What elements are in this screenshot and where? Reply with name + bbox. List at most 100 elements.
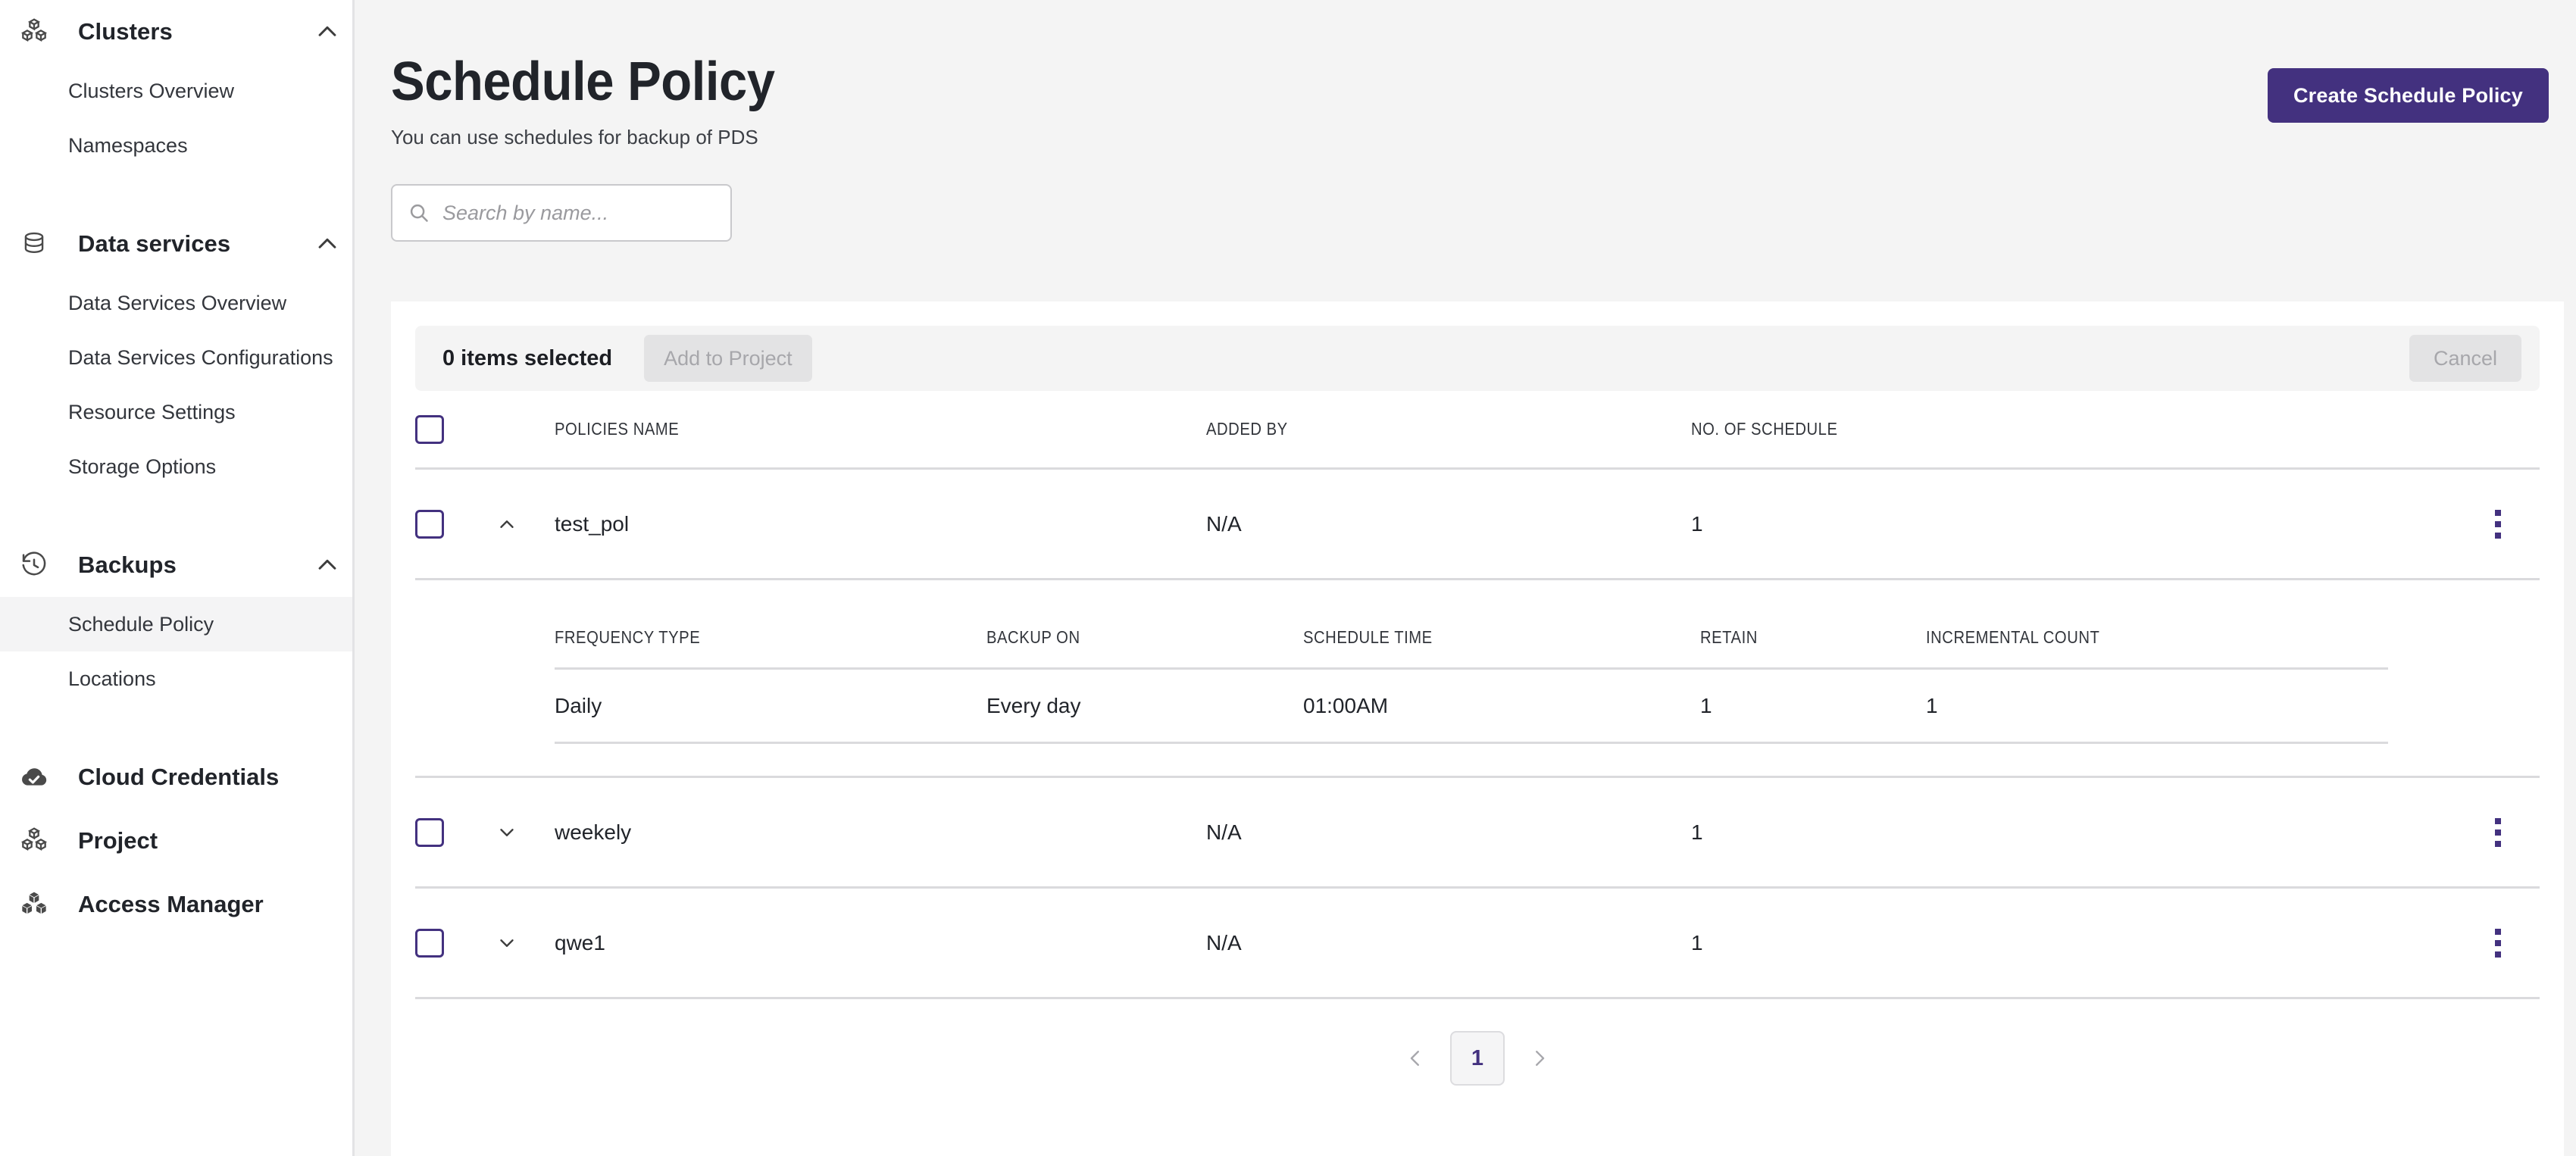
row-expand-cell <box>488 505 555 543</box>
cubes-solid-icon <box>11 889 58 920</box>
cell-no-of-schedule: 1 <box>1691 930 1703 954</box>
kebab-menu-icon[interactable] <box>2489 923 2507 964</box>
cell-no-of-schedule: 1 <box>1691 820 1703 844</box>
cancel-button[interactable]: Cancel <box>2409 335 2521 382</box>
chevron-up-icon[interactable] <box>302 231 352 257</box>
sidebar-item-namespaces[interactable]: Namespaces <box>0 118 352 173</box>
policies-table: POLICIES NAME ADDED BY NO. OF SCHEDULE t… <box>415 391 2540 999</box>
expanded-schedule-detail: FREQUENCY TYPE BACKUP ON SCHEDULE TIME R… <box>415 580 2540 778</box>
sidebar-item-resource-settings[interactable]: Resource Settings <box>0 385 352 439</box>
chevron-up-icon[interactable] <box>488 505 526 543</box>
page-subtitle: You can use schedules for backup of PDS <box>391 126 758 148</box>
sidebar-item-label: Storage Options <box>68 455 217 478</box>
search-icon <box>408 202 436 224</box>
search-box[interactable] <box>391 184 732 242</box>
pagination-next-button[interactable] <box>1523 1042 1556 1075</box>
select-all-cell <box>415 414 488 444</box>
select-all-checkbox[interactable] <box>415 414 444 444</box>
cubes-icon <box>11 17 58 47</box>
sidebar-item-label: Clusters Overview <box>68 79 235 102</box>
sub-cell-incremental-count: 1 <box>1926 693 1938 717</box>
sidebar-item-data-services-configurations[interactable]: Data Services Configurations <box>0 330 352 385</box>
column-header-no-of-schedule: NO. OF SCHEDULE <box>1691 419 1838 439</box>
add-to-project-button[interactable]: Add to Project <box>644 335 812 382</box>
page-header: Schedule Policy You can use schedules fo… <box>355 0 2576 149</box>
kebab-menu-icon[interactable] <box>2489 812 2507 853</box>
sidebar-item-label: Data Services Configurations <box>68 345 333 369</box>
sidebar-section-backups[interactable]: Backups <box>0 533 352 597</box>
history-clock-icon <box>11 551 58 580</box>
sidebar-item-cloud-credentials[interactable]: Cloud Credentials <box>0 745 352 809</box>
row-select-cell <box>415 817 488 847</box>
app-root: Clusters Clusters Overview Namespaces Da… <box>0 0 2576 1156</box>
sub-column-header-backup-on: BACKUP ON <box>986 627 1080 647</box>
sub-column-header-schedule-time: SCHEDULE TIME <box>1303 627 1433 647</box>
sub-table-spacer <box>555 744 2388 776</box>
sidebar-section-clusters[interactable]: Clusters <box>0 0 352 64</box>
cloud-check-icon <box>11 762 58 792</box>
sidebar-item-access-manager[interactable]: Access Manager <box>0 873 352 936</box>
table-header-row: POLICIES NAME ADDED BY NO. OF SCHEDULE <box>415 391 2540 470</box>
sidebar-group-backups: Backups Schedule Policy Locations <box>0 533 352 706</box>
cell-added-by: N/A <box>1206 820 1242 844</box>
table-row[interactable]: test_pol N/A 1 <box>415 470 2540 580</box>
pagination: 1 <box>391 1031 2564 1086</box>
sidebar-section-label: Data services <box>78 230 231 257</box>
table-row[interactable]: qwe1 N/A 1 <box>415 889 2540 999</box>
create-schedule-policy-button[interactable]: Create Schedule Policy <box>2267 68 2549 123</box>
sub-column-header-incremental-count: INCREMENTAL COUNT <box>1926 627 2100 647</box>
row-select-cell <box>415 928 488 958</box>
column-header-policies-name: POLICIES NAME <box>555 419 680 439</box>
chevron-down-icon[interactable] <box>488 924 526 962</box>
selection-toolbar: 0 items selected Add to Project Cancel <box>415 326 2540 391</box>
sidebar-item-label: Resource Settings <box>68 400 236 423</box>
sidebar-group-clusters: Clusters Clusters Overview Namespaces <box>0 0 352 173</box>
chevron-down-icon[interactable] <box>488 814 526 851</box>
row-checkbox[interactable] <box>415 817 444 847</box>
table-row[interactable]: weekely N/A 1 <box>415 778 2540 889</box>
row-actions-cell <box>2456 812 2540 853</box>
schedule-policy-card: 0 items selected Add to Project Cancel P… <box>391 301 2564 1156</box>
sidebar-item-storage-options[interactable]: Storage Options <box>0 439 352 494</box>
pagination-page-1[interactable]: 1 <box>1450 1031 1505 1086</box>
chevron-up-icon[interactable] <box>302 552 352 578</box>
row-checkbox[interactable] <box>415 928 444 958</box>
sub-column-header-frequency-type: FREQUENCY TYPE <box>555 627 701 647</box>
cell-policy-name: test_pol <box>555 511 630 536</box>
row-select-cell <box>415 509 488 539</box>
sidebar: Clusters Clusters Overview Namespaces Da… <box>0 0 355 1156</box>
sidebar-section-label: Backups <box>78 551 177 578</box>
kebab-menu-icon[interactable] <box>2489 504 2507 545</box>
sub-cell-retain: 1 <box>1700 693 1712 717</box>
page-title: Schedule Policy <box>391 52 775 112</box>
sidebar-section-label: Clusters <box>78 18 173 45</box>
sidebar-item-clusters-overview[interactable]: Clusters Overview <box>0 64 352 118</box>
row-actions-cell <box>2456 923 2540 964</box>
selected-count-label: 0 items selected <box>442 345 613 370</box>
sidebar-item-data-services-overview[interactable]: Data Services Overview <box>0 276 352 330</box>
sidebar-item-schedule-policy[interactable]: Schedule Policy <box>0 597 352 651</box>
cell-added-by: N/A <box>1206 511 1242 536</box>
row-expand-cell <box>488 814 555 851</box>
sidebar-item-label: Access Manager <box>78 891 264 917</box>
sidebar-group-data-services: Data services Data Services Overview Dat… <box>0 212 352 494</box>
sidebar-section-data-services[interactable]: Data services <box>0 212 352 276</box>
sidebar-item-label: Namespaces <box>68 133 188 157</box>
database-icon <box>11 230 58 258</box>
chevron-up-icon[interactable] <box>302 19 352 45</box>
cell-policy-name: weekely <box>555 820 632 844</box>
sidebar-item-locations[interactable]: Locations <box>0 651 352 706</box>
sub-table-header-row: FREQUENCY TYPE BACKUP ON SCHEDULE TIME R… <box>555 580 2388 670</box>
sidebar-item-label: Project <box>78 827 158 854</box>
row-checkbox[interactable] <box>415 509 444 539</box>
sub-cell-backup-on: Every day <box>986 693 1081 717</box>
sub-column-header-retain: RETAIN <box>1700 627 1758 647</box>
search-input[interactable] <box>442 201 715 225</box>
sidebar-item-project[interactable]: Project <box>0 809 352 873</box>
cell-policy-name: qwe1 <box>555 930 605 954</box>
sub-table: FREQUENCY TYPE BACKUP ON SCHEDULE TIME R… <box>555 580 2540 776</box>
pagination-prev-button[interactable] <box>1399 1042 1432 1075</box>
